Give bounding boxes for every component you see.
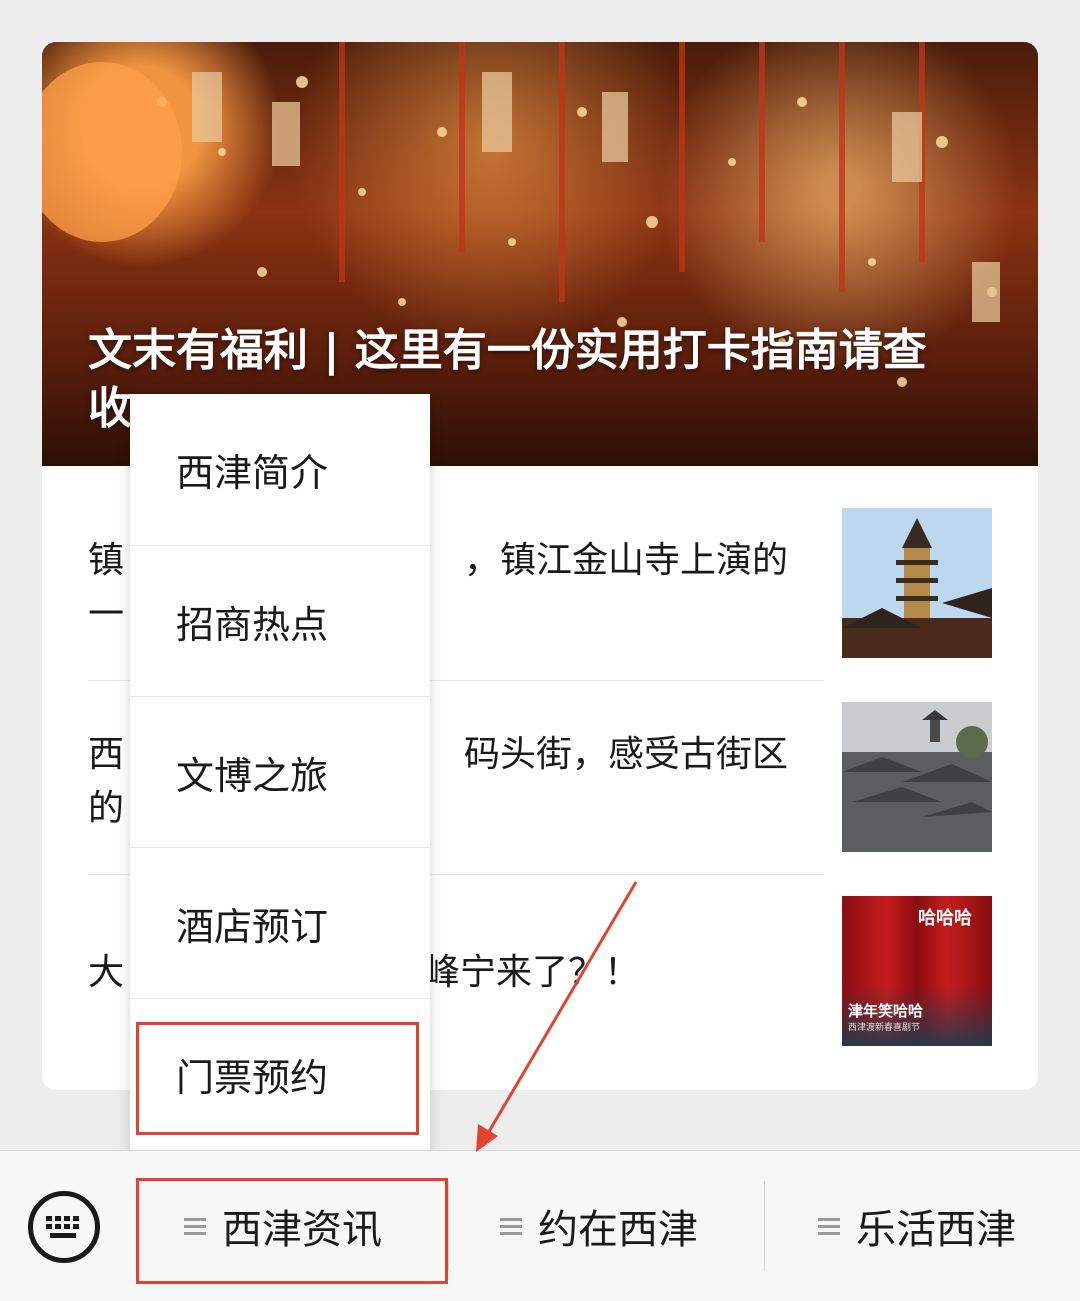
comedy-thumbnail: 哈哈哈 津年笑哈哈 西津渡新春喜剧节 [842,896,992,1046]
tab-meet-in-xijin[interactable]: 约在西津 [500,1151,698,1301]
menu-item-investment[interactable]: 招商热点 [130,545,430,696]
menu-item-xijin-intro[interactable]: 西津简介 [130,394,430,545]
tab-leisure-xijin[interactable]: 乐活西津 [818,1151,1016,1301]
tab-label: 约在西津 [538,1207,698,1253]
tab-separator [764,1181,765,1271]
menu-item-culture-tour[interactable]: 文博之旅 [130,696,430,847]
tab-separator [448,1181,449,1271]
ticket-highlight-box [136,1022,419,1135]
tab-highlight-box [136,1178,448,1284]
thumb-words: 哈哈哈 [918,908,972,929]
menu-lines-icon [500,1217,522,1235]
pagoda-thumbnail [842,508,992,658]
thumb-caption: 津年笑哈哈 [848,1002,924,1020]
menu-item-hotel-booking[interactable]: 酒店预订 [130,847,430,998]
thumb-subcaption: 西津渡新春喜剧节 [848,1023,921,1033]
keyboard-icon[interactable] [28,1191,100,1263]
menu-lines-icon [818,1217,840,1235]
tab-label: 乐活西津 [856,1207,1016,1253]
old-street-thumbnail [842,702,992,852]
